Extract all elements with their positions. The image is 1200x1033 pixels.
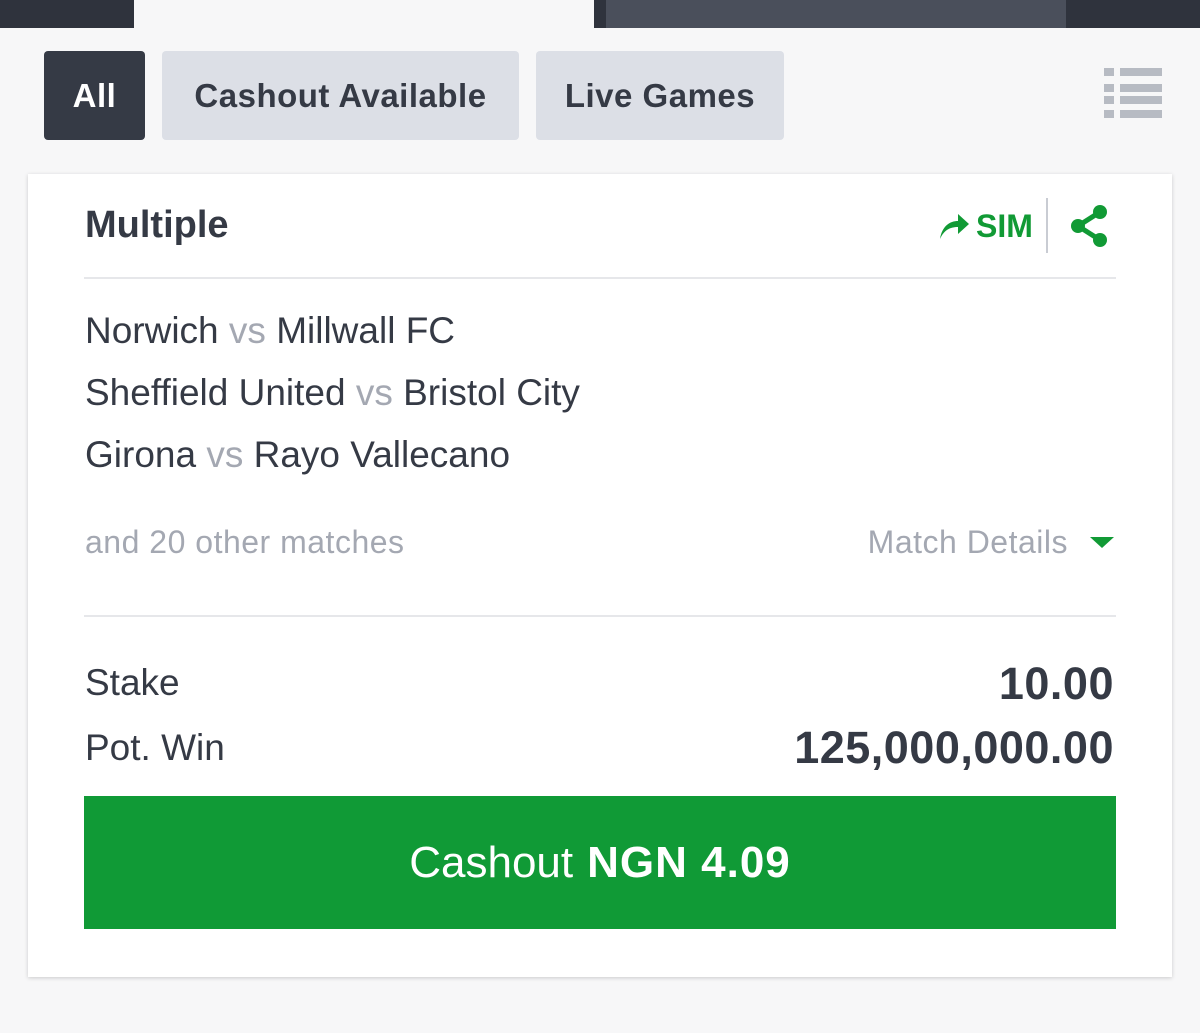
filter-bar: All Cashout Available Live Games: [44, 51, 784, 140]
forward-arrow-icon: [940, 214, 969, 239]
cashout-label: Cashout: [409, 837, 574, 887]
match-item: Sheffield United vs Bristol City: [85, 372, 580, 414]
match-details-toggle[interactable]: Match Details: [868, 524, 1114, 561]
vs-separator: vs: [228, 310, 266, 351]
other-matches-text: and 20 other matches: [85, 524, 405, 560]
vs-separator: vs: [355, 372, 393, 413]
sim-button[interactable]: SIM: [938, 204, 1033, 248]
potential-win-label: Pot. Win: [85, 727, 225, 768]
away-team: Millwall FC: [276, 310, 456, 351]
divider: [84, 615, 1116, 617]
bet-ticket-card: Multiple SIM Norwich vs Millwall FC Shef…: [28, 174, 1172, 977]
cashout-amount: NGN 4.09: [587, 837, 791, 887]
divider: [1046, 198, 1048, 253]
caret-down-icon: [1090, 537, 1114, 548]
stake-label: Stake: [85, 662, 180, 703]
top-tab-active[interactable]: [134, 0, 594, 28]
sim-label: SIM: [976, 207, 1033, 244]
share-icon[interactable]: [1068, 202, 1112, 250]
top-tab[interactable]: [606, 0, 1066, 28]
cashout-button[interactable]: Cashout NGN 4.09: [84, 796, 1116, 929]
match-item: Girona vs Rayo Vallecano: [85, 434, 510, 476]
ticket-type-title: Multiple: [85, 204, 229, 246]
top-tab-strip: [0, 0, 1200, 28]
away-team: Bristol City: [403, 372, 580, 413]
stake-value: 10.00: [998, 658, 1114, 709]
home-team: Sheffield United: [85, 372, 346, 413]
filter-cashout-available-button[interactable]: Cashout Available: [162, 51, 519, 140]
filter-all-button[interactable]: All: [44, 51, 145, 140]
filter-live-games-button[interactable]: Live Games: [536, 51, 784, 140]
list-icon[interactable]: [1104, 66, 1162, 120]
match-item: Norwich vs Millwall FC: [85, 310, 455, 352]
potential-win-value: 125,000,000.00: [794, 722, 1114, 773]
away-team: Rayo Vallecano: [253, 434, 511, 475]
match-details-label: Match Details: [867, 524, 1068, 560]
divider: [84, 277, 1116, 279]
vs-separator: vs: [206, 434, 244, 475]
home-team: Girona: [85, 434, 197, 475]
home-team: Norwich: [85, 310, 219, 351]
